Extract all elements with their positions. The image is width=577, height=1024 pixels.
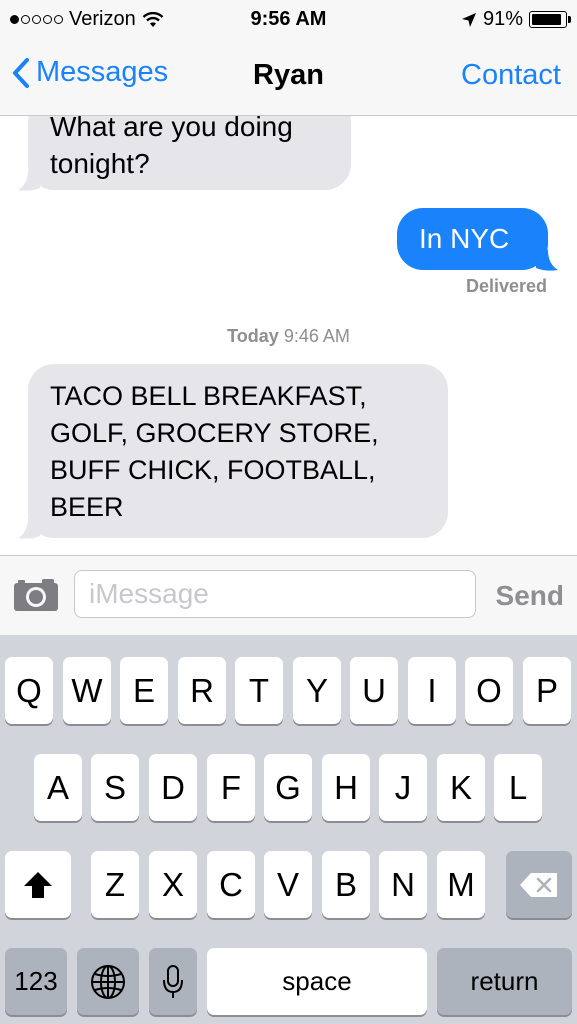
- message-line: GOLF, GROCERY STORE,: [50, 418, 379, 448]
- key-u[interactable]: U: [350, 657, 398, 724]
- contact-button[interactable]: Contact: [461, 59, 561, 92]
- bubble-tail-icon: [536, 250, 558, 271]
- key-g[interactable]: G: [264, 754, 312, 821]
- key-i[interactable]: I: [408, 657, 456, 724]
- key-t[interactable]: T: [235, 657, 283, 724]
- message-timestamp: Today 9:46 AM: [0, 326, 577, 347]
- battery-percent: 91%: [482, 8, 523, 30]
- key-e[interactable]: E: [120, 657, 168, 724]
- battery-icon: [529, 11, 571, 28]
- shift-arrow-icon: [24, 871, 52, 898]
- key-c[interactable]: C: [207, 851, 255, 918]
- status-right: 91%: [461, 8, 571, 31]
- key-m[interactable]: M: [437, 851, 485, 918]
- back-button[interactable]: Messages: [12, 56, 168, 89]
- key-r[interactable]: R: [178, 657, 226, 724]
- send-button[interactable]: Send: [496, 580, 564, 612]
- location-arrow-icon: [461, 12, 476, 27]
- keyboard: Q W E R T Y U I O P A S D F G H J K L Z …: [0, 635, 577, 1024]
- message-line: BUFF CHICK, FOOTBALL,: [50, 455, 376, 485]
- key-a[interactable]: A: [34, 754, 82, 821]
- key-x[interactable]: X: [149, 851, 197, 918]
- key-d[interactable]: D: [149, 754, 197, 821]
- timestamp-time: 9:46 AM: [283, 326, 350, 346]
- outgoing-message-bubble[interactable]: In NYC: [397, 208, 548, 270]
- microphone-icon: [163, 964, 183, 998]
- status-bar: Verizon 9:56 AM 91%: [0, 0, 577, 40]
- message-text: In NYC: [419, 223, 510, 254]
- key-p[interactable]: P: [523, 657, 571, 724]
- chevron-left-icon: [13, 57, 29, 88]
- bubble-tail-icon: [18, 518, 40, 539]
- key-z[interactable]: Z: [91, 851, 139, 918]
- backspace-icon: [520, 872, 557, 897]
- incoming-message-bubble[interactable]: TACO BELL BREAKFAST, GOLF, GROCERY STORE…: [28, 364, 448, 538]
- compose-bar: Send: [0, 555, 577, 636]
- message-line: TACO BELL BREAKFAST,: [50, 381, 367, 411]
- camera-icon[interactable]: [12, 577, 60, 613]
- space-key[interactable]: space: [207, 948, 427, 1015]
- key-o[interactable]: O: [465, 657, 513, 724]
- dictation-key[interactable]: [149, 948, 197, 1015]
- globe-key[interactable]: [77, 948, 139, 1015]
- key-w[interactable]: W: [63, 657, 111, 724]
- incoming-message-bubble[interactable]: What are you doing tonight?: [28, 116, 351, 190]
- bubble-tail-icon: [18, 170, 40, 191]
- message-thread[interactable]: What are you doing tonight? In NYC Deliv…: [0, 116, 577, 554]
- key-b[interactable]: B: [322, 851, 370, 918]
- key-f[interactable]: F: [207, 754, 255, 821]
- key-j[interactable]: J: [379, 754, 427, 821]
- globe-icon: [91, 964, 125, 999]
- message-line: tonight?: [50, 148, 150, 179]
- message-input[interactable]: [74, 570, 476, 618]
- message-line: BEER: [50, 492, 124, 522]
- shift-key[interactable]: [5, 851, 71, 918]
- key-l[interactable]: L: [494, 754, 542, 821]
- key-q[interactable]: Q: [5, 657, 53, 724]
- delete-key[interactable]: [506, 851, 572, 918]
- message-line: What are you doing: [50, 116, 293, 142]
- delivery-status: Delivered: [465, 276, 547, 296]
- key-h[interactable]: H: [322, 754, 370, 821]
- numbers-key[interactable]: 123: [5, 948, 67, 1015]
- key-s[interactable]: S: [91, 754, 139, 821]
- return-key[interactable]: return: [437, 948, 572, 1015]
- timestamp-day: Today: [227, 326, 279, 346]
- key-k[interactable]: K: [437, 754, 485, 821]
- key-n[interactable]: N: [379, 851, 427, 918]
- navigation-bar: Messages Ryan Contact: [0, 40, 577, 116]
- key-y[interactable]: Y: [293, 657, 341, 724]
- back-button-label: Messages: [36, 56, 169, 88]
- key-v[interactable]: V: [264, 851, 312, 918]
